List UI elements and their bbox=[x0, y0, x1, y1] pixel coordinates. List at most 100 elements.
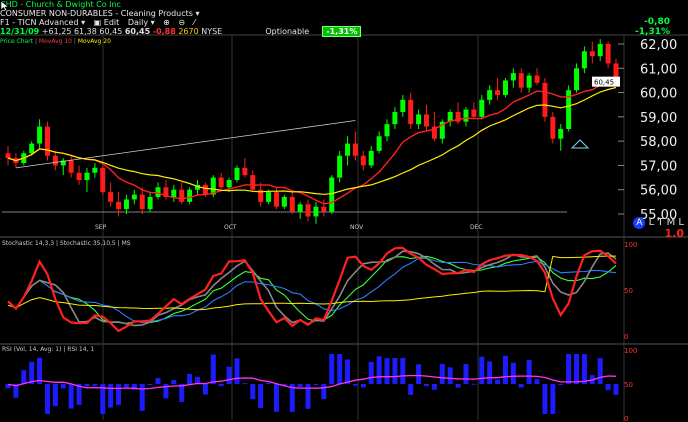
candle-body bbox=[502, 80, 508, 95]
candle-body bbox=[408, 99, 414, 125]
rsi-volume-bar bbox=[329, 354, 335, 384]
candle-body bbox=[76, 172, 82, 180]
rsi-volume-bar bbox=[550, 384, 556, 414]
rsi-volume-bar bbox=[487, 361, 493, 384]
rsi-volume-bar bbox=[234, 358, 240, 384]
candle-body bbox=[589, 51, 595, 57]
rsi-volume-bar bbox=[202, 384, 208, 395]
rsi-volume-bar bbox=[376, 356, 382, 384]
mouse-cursor-icon bbox=[0, 0, 10, 12]
rsi-volume-bar bbox=[21, 370, 27, 384]
rsi-volume-bar bbox=[605, 384, 611, 391]
candle-body bbox=[202, 184, 208, 195]
stoch-scale-label: 0 bbox=[624, 333, 628, 341]
top-right-pct: -1,31% bbox=[635, 27, 670, 37]
rsi-volume-bar bbox=[526, 359, 532, 384]
rsi-volume-bar bbox=[416, 364, 422, 384]
rsi-volume-bar bbox=[360, 384, 366, 388]
last-price-tag-text: 60,45 bbox=[594, 79, 614, 87]
rsi-volume-bar bbox=[597, 358, 603, 384]
candle-body bbox=[360, 155, 366, 166]
rsi-volume-bar bbox=[187, 374, 193, 384]
candle-body bbox=[321, 206, 327, 212]
candle-body bbox=[108, 192, 114, 202]
stoch-scale-label: 100 bbox=[624, 241, 637, 249]
stoch-scale-label: 50 bbox=[624, 287, 633, 295]
rsi-volume-bar bbox=[242, 383, 248, 385]
candle-body bbox=[242, 167, 248, 176]
rsi-volume-bar bbox=[439, 363, 445, 384]
rsi-volume-bar bbox=[179, 384, 185, 402]
layout-selector[interactable]: F1 - TICN Advanced bbox=[0, 18, 79, 27]
legend-ma20[interactable]: MovAvg 20 bbox=[78, 38, 111, 45]
sector-dropdown-icon[interactable]: ▾ bbox=[196, 9, 200, 18]
candle-body bbox=[558, 129, 564, 139]
rsi-volume-bar bbox=[534, 379, 540, 384]
x-axis-month-label: OCT bbox=[224, 224, 237, 231]
candle-body bbox=[5, 153, 11, 159]
candle-body bbox=[218, 177, 224, 188]
candle-body bbox=[518, 73, 524, 88]
rsi-volume-bar bbox=[574, 354, 580, 384]
chart-canvas[interactable]: 62,0061,0060,0059,0058,0057,0056,0055,00… bbox=[0, 0, 688, 422]
candle-body bbox=[400, 99, 406, 112]
y-axis-label: 62,00 bbox=[640, 38, 677, 53]
candle-body bbox=[392, 112, 398, 125]
edit-button[interactable]: Edit bbox=[104, 18, 120, 27]
candle-body bbox=[526, 75, 532, 88]
quote-change: -0,88 bbox=[152, 27, 176, 36]
rsi-volume-bar bbox=[352, 384, 358, 386]
candle-body bbox=[139, 194, 145, 210]
rsi-volume-bar bbox=[345, 359, 351, 384]
rsi-volume-bar bbox=[321, 384, 327, 400]
candle-body bbox=[550, 116, 556, 139]
rsi-volume-bar bbox=[226, 366, 232, 384]
rsi-volume-bar bbox=[60, 384, 66, 389]
rsi-volume-bar bbox=[258, 384, 264, 408]
candle-body bbox=[345, 143, 351, 156]
candle-body bbox=[534, 75, 540, 83]
quote-last: 60,45 bbox=[124, 27, 151, 36]
candle-body bbox=[250, 175, 256, 190]
candle-body bbox=[68, 160, 74, 173]
candle-body bbox=[597, 44, 603, 57]
rsi-volume-bar bbox=[384, 358, 390, 384]
alert-icon[interactable]: A bbox=[633, 217, 646, 229]
candle-body bbox=[337, 155, 343, 178]
candle-body bbox=[297, 204, 303, 212]
version-label: 1.0 bbox=[664, 227, 685, 240]
candle-body bbox=[495, 90, 501, 95]
candle-body bbox=[605, 44, 611, 64]
candle-body bbox=[52, 155, 58, 166]
layout-dropdown-icon[interactable]: ▾ bbox=[81, 18, 85, 27]
rsi-legend[interactable]: RSI (Vol, 14, Avg: 1) | RSI 14, 1 bbox=[2, 346, 94, 353]
rsi-volume-bar bbox=[400, 357, 406, 384]
price-legend: Price Chart | MovAvg 10 | MovAvg 20 bbox=[0, 38, 111, 45]
rsi-volume-bar bbox=[518, 384, 524, 388]
candle-body bbox=[187, 189, 193, 202]
stochastic-legend[interactable]: Stochastic 14,3,3 | Stochastic 35,10,5 |… bbox=[2, 240, 131, 247]
quote-volume: 2670 bbox=[178, 27, 199, 36]
candle-body bbox=[479, 99, 485, 117]
rsi-volume-bar bbox=[408, 384, 414, 395]
legend-ma10[interactable]: MovAvg 10 bbox=[39, 38, 72, 45]
period-dropdown-icon[interactable]: ▾ bbox=[151, 18, 155, 27]
rsi-volume-bar bbox=[463, 364, 469, 384]
rsi-volume-bar bbox=[431, 384, 437, 390]
candle-body bbox=[471, 109, 477, 117]
legend-price-chart[interactable]: Price Chart bbox=[0, 38, 33, 45]
y-axis-label: 61,00 bbox=[640, 62, 677, 77]
y-axis-label: 59,00 bbox=[640, 111, 677, 126]
candle-body bbox=[305, 204, 311, 217]
quote-low: 61,38 bbox=[73, 27, 97, 36]
candle-body bbox=[266, 192, 272, 202]
candle-body bbox=[44, 126, 50, 156]
rsi-volume-bar bbox=[84, 384, 90, 387]
candle-body bbox=[510, 73, 516, 81]
rsi-volume-bar bbox=[108, 384, 114, 408]
rsi-volume-bar bbox=[92, 384, 98, 386]
candle-body bbox=[423, 114, 429, 127]
candle-body bbox=[179, 189, 185, 202]
candle-body bbox=[574, 68, 580, 91]
rsi-volume-bar bbox=[613, 384, 619, 395]
